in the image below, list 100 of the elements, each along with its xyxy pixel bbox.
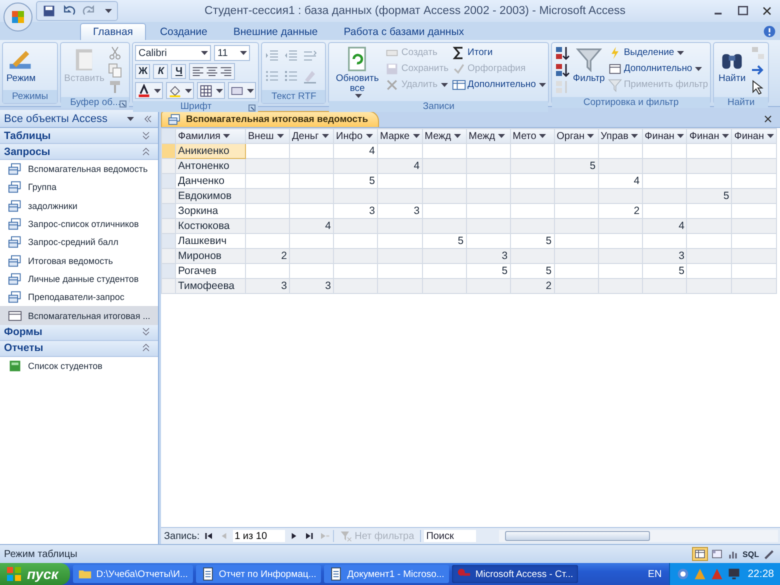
group-label: Шрифт	[180, 101, 212, 112]
table-cell: 2	[246, 248, 290, 264]
save-icon[interactable]	[42, 4, 56, 18]
column-header[interactable]: Финан	[732, 128, 777, 144]
report-icon	[8, 358, 22, 373]
column-header[interactable]: Деньг	[290, 128, 334, 144]
align-right-icon[interactable]	[219, 64, 234, 78]
nav-item[interactable]: Запрос-список отличников	[0, 214, 158, 234]
column-header[interactable]: Внеш	[246, 128, 290, 144]
font-color-icon[interactable]	[137, 84, 152, 98]
section-header[interactable]: Отчеты	[0, 340, 158, 357]
ribbon-button[interactable]: Дополнительно	[608, 61, 708, 76]
highlight-icon[interactable]	[302, 68, 318, 84]
column-header[interactable]: Управ	[598, 128, 642, 144]
sort-ascending-icon[interactable]	[554, 45, 570, 61]
nav-item[interactable]: Вспомагательная ведомость	[0, 160, 158, 178]
align-left-icon[interactable]	[191, 64, 206, 78]
ribbon-button[interactable]: Режим	[5, 45, 37, 85]
search-field[interactable]: Поиск	[424, 530, 476, 542]
customize-caret-icon[interactable]	[105, 9, 112, 13]
ribbon-tab[interactable]: Внешние данные	[221, 23, 330, 40]
undo-icon[interactable]	[62, 4, 76, 18]
record-position-field[interactable]: 1 из 10	[232, 530, 285, 542]
language-indicator[interactable]: EN	[644, 568, 666, 580]
paint-bucket-icon[interactable]	[168, 84, 182, 98]
ribbon-button[interactable]: Фильтр	[572, 45, 606, 85]
caret-icon	[695, 66, 702, 70]
taskbar-button[interactable]: Отчет по Информац...	[196, 565, 322, 583]
table-cell: Миронов	[176, 248, 246, 264]
help-icon[interactable]	[763, 24, 776, 38]
sort-descending-icon[interactable]	[554, 62, 570, 78]
table-cell: Антоненко	[176, 158, 246, 174]
font-field[interactable]: Calibri	[135, 45, 212, 61]
nav-item[interactable]: Список студентов	[0, 356, 158, 375]
section-header[interactable]: Таблицы	[0, 128, 158, 144]
taskbar-button[interactable]: Документ1 - Microso...	[324, 565, 450, 583]
maximize-icon[interactable]	[736, 4, 750, 18]
format-button[interactable]: Ч	[171, 64, 186, 79]
gridlines-icon[interactable]	[199, 84, 214, 98]
align-center-icon[interactable]	[205, 64, 220, 78]
nav-item[interactable]: Вспомагательная итоговая ...	[0, 306, 158, 325]
column-header[interactable]: Марке	[378, 128, 422, 144]
format-button[interactable]: К	[153, 64, 168, 79]
taskbar-button[interactable]: D:\Учеба\Отчеты\И...	[73, 565, 193, 583]
ribbon-tab[interactable]: Работа с базами данных	[332, 23, 476, 40]
size-field[interactable]: 11	[214, 45, 250, 61]
horizontal-scrollbar[interactable]	[499, 530, 778, 542]
table-cell: 4	[290, 218, 334, 234]
monitor-icon[interactable]	[726, 567, 741, 581]
caret-icon	[677, 50, 684, 54]
section-header[interactable]: Формы	[0, 324, 158, 341]
view-button[interactable]	[692, 547, 708, 561]
taskbar-button[interactable]: Microsoft Access - Ст...	[452, 565, 578, 583]
ribbon-button[interactable]: Обновить все	[331, 45, 384, 99]
copy-icon[interactable]	[107, 62, 124, 78]
column-header[interactable]: Межд	[466, 128, 510, 144]
dialog-launcher-icon[interactable]	[248, 104, 256, 112]
table-cell: Аникиенко	[176, 144, 246, 158]
column-header[interactable]: Фамилия	[176, 128, 246, 144]
format-button[interactable]: Ж	[135, 64, 150, 79]
view-button[interactable]	[710, 547, 724, 561]
ribbon-tab[interactable]: Создание	[148, 23, 220, 40]
column-header[interactable]: Инфо	[334, 128, 378, 144]
scrollbar-thumb[interactable]	[505, 531, 650, 541]
bullet-list-icon[interactable]	[264, 68, 280, 84]
column-header[interactable]: Орган	[554, 128, 598, 144]
section-header[interactable]: Запросы	[0, 144, 158, 160]
column-header[interactable]: Межд	[422, 128, 466, 144]
numbered-list-icon[interactable]	[283, 68, 300, 84]
pivot-view-icon	[710, 548, 723, 560]
pane-header[interactable]: Все объекты Access	[0, 110, 158, 128]
column-header[interactable]: Финан	[686, 128, 732, 144]
ribbon-tab[interactable]: Главная	[80, 23, 146, 40]
ribbon-button[interactable]: Итоги	[452, 45, 546, 60]
nav-item[interactable]: Группа	[0, 178, 158, 197]
nav-item[interactable]: Запрос-средний балл	[0, 233, 158, 252]
nav-item[interactable]: задолжники	[0, 196, 158, 215]
query-icon	[8, 272, 22, 286]
caret-icon	[276, 134, 284, 138]
dialog-launcher-icon[interactable]	[119, 100, 128, 108]
caret-icon	[631, 134, 638, 138]
view-button[interactable]: SQL	[742, 547, 760, 561]
tray-icon[interactable]	[676, 567, 690, 581]
close-icon[interactable]	[762, 112, 774, 124]
first-record-icon[interactable]	[202, 530, 215, 542]
nav-item[interactable]: Личные данные студентов	[0, 270, 158, 288]
nav-item[interactable]: Итоговая ведомость	[0, 251, 158, 270]
redo-icon[interactable]	[82, 4, 96, 18]
nav-item[interactable]: Преподаватели-запрос	[0, 288, 158, 306]
group-label: Найти	[728, 97, 755, 108]
scissors-icon[interactable]	[107, 45, 124, 61]
collapse-pane-icon[interactable]	[142, 112, 154, 124]
document-tab[interactable]: Вспомагательная итоговая ведомость	[161, 111, 380, 127]
caret-icon	[216, 88, 224, 92]
column-header[interactable]: Финан	[642, 128, 687, 144]
document-icon	[329, 567, 344, 581]
ribbon-button[interactable]: Дополнительно	[452, 77, 546, 92]
column-header[interactable]: Мето	[510, 128, 554, 144]
ribbon-button[interactable]: Выделение	[608, 45, 708, 60]
start-button[interactable]: пуск	[0, 563, 70, 585]
